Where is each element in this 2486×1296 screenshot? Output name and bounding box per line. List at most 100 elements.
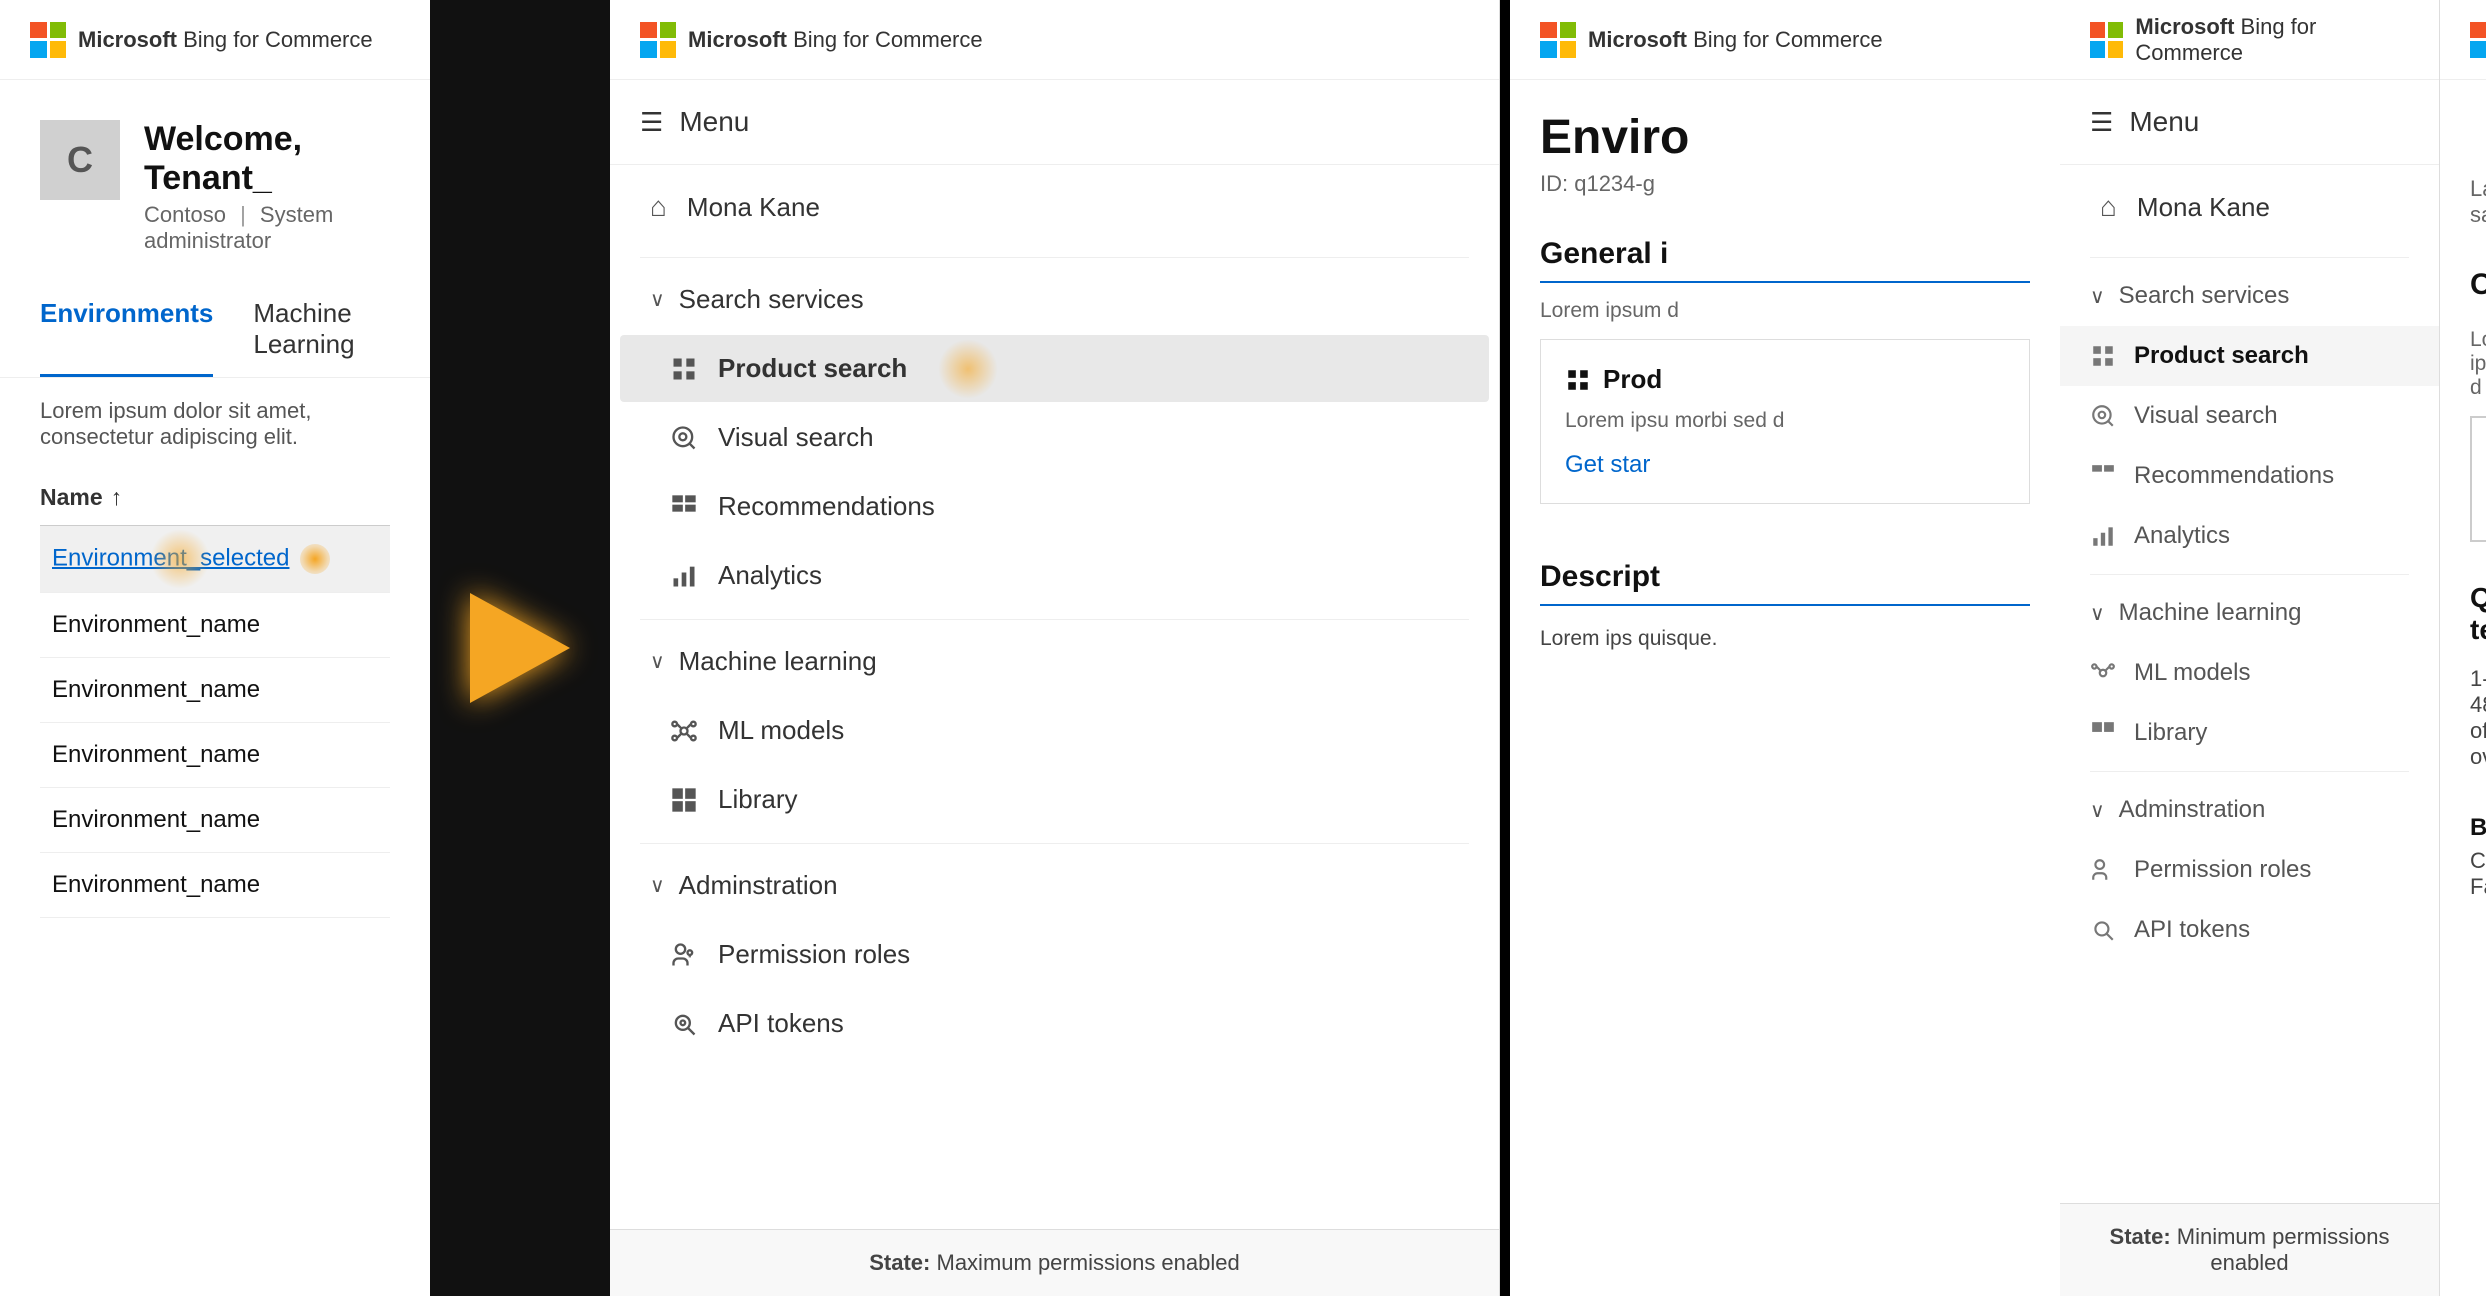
analytics-label: Analytics <box>718 560 822 591</box>
ms-logo-blue <box>30 41 47 58</box>
ms-logo-yellow <box>50 41 67 58</box>
ms-grid-icon-4 <box>2090 22 2123 58</box>
menu-header[interactable]: ☰ Menu <box>610 80 1499 165</box>
status-bar-2: State: Maximum permissions enabled <box>610 1229 1499 1296</box>
sidebar-item-analytics[interactable]: Analytics <box>2060 506 2439 566</box>
customize-section: Customiz Lorem ipsum d Config_s Last mod… <box>2440 248 2486 562</box>
sidebar-search-header[interactable]: ∨ Search services <box>2060 266 2439 326</box>
recommendations-label: Recommendations <box>718 491 935 522</box>
chevron-down-icon-3: ∨ <box>650 873 665 898</box>
library-icon <box>670 786 698 814</box>
menu-item-analytics[interactable]: Analytics <box>620 542 1489 609</box>
table-row[interactable]: Environment_selected <box>40 526 390 593</box>
menu-item-visual-search[interactable]: Visual search <box>620 404 1489 471</box>
ms-logo-2: Microsoft Bing for Commerce <box>640 22 983 58</box>
menu-panel: Microsoft Bing for Commerce ☰ Menu ⌂ Mon… <box>610 0 1500 1296</box>
tab-machine-learning[interactable]: Machine Learning <box>253 284 390 377</box>
sidebar-permission: Permission roles <box>2134 856 2311 884</box>
menu-item-product-search[interactable]: Product search <box>620 335 1489 402</box>
sidebar-ml-label: Machine learning <box>2119 599 2302 627</box>
admin-section: ∨ Adminstration Permission roles API tok… <box>610 852 1499 1059</box>
sidebar-menu-header[interactable]: ☰ Menu <box>2060 80 2439 165</box>
config-card[interactable]: Config_s Last modif <box>2470 416 2486 542</box>
home-icon[interactable]: ⌂ <box>650 191 667 223</box>
ml-icon-2 <box>2090 660 2116 686</box>
sidebar-search-label: Search services <box>2119 282 2290 310</box>
sidebar-item-permission-roles[interactable]: Permission roles <box>2060 840 2439 900</box>
tab-environments[interactable]: Environments <box>40 284 213 377</box>
permission-icon <box>670 941 698 969</box>
recommendations-icon-2 <box>2090 463 2116 489</box>
welcome-subtitle: Contoso | System administrator <box>144 202 390 254</box>
description-section: Descript Lorem ips quisque. <box>1510 540 2060 676</box>
ms-logo-green <box>50 22 67 39</box>
app-header-3: Microsoft Bing for Commerce <box>1510 0 2060 80</box>
chevron-down-icon: ∨ <box>650 287 665 312</box>
table-row[interactable]: Environment_name <box>40 723 390 788</box>
sidebar-item-visual-search[interactable]: Visual search <box>2060 386 2439 446</box>
table-row[interactable]: Environment_name <box>40 658 390 723</box>
sidebar-user: ⌂ Mona Kane <box>2060 165 2439 249</box>
menu-item-api-tokens[interactable]: API tokens <box>620 990 1489 1057</box>
hamburger-icon-2[interactable]: ☰ <box>2090 107 2113 138</box>
ml-models-icon <box>670 717 698 745</box>
env-detail-id: ID: q1234-g <box>1540 171 2030 197</box>
sidebar-item-library[interactable]: Library <box>2060 703 2439 763</box>
visual-search-label: Visual search <box>718 422 874 453</box>
visual-search-icon-2 <box>2090 403 2116 429</box>
app-title-4: Microsoft Bing for Commerce <box>2135 14 2409 66</box>
table-row[interactable]: Environment_name <box>40 788 390 853</box>
sidebar-analytics: Analytics <box>2134 522 2230 550</box>
welcome-title: Welcome, Tenant_ <box>144 120 390 198</box>
brand-section: Brand Contoso Fabrikan <box>2440 804 2486 910</box>
analytics-icon <box>670 562 698 590</box>
admin-header[interactable]: ∨ Adminstration <box>610 852 1499 919</box>
app-header-2: Microsoft Bing for Commerce <box>610 0 1499 80</box>
library-label: Library <box>718 784 797 815</box>
menu-item-recommendations[interactable]: Recommendations <box>620 473 1489 540</box>
ms-logo-5 <box>2470 22 2486 58</box>
ms-logo-3: Microsoft Bing for Commerce <box>1540 22 1883 58</box>
right-sidebar-panel: Microsoft Bing for Commerce ☰ Menu ⌂ Mon… <box>2060 0 2440 1296</box>
ml-models-label: ML models <box>718 715 844 746</box>
menu-item-ml-models[interactable]: ML models <box>620 697 1489 764</box>
welcome-text: Welcome, Tenant_ Contoso | System admini… <box>144 120 390 254</box>
api-tokens-icon <box>670 1010 698 1038</box>
welcome-section: C Welcome, Tenant_ Contoso | System admi… <box>0 80 430 274</box>
sidebar-item-recommendations[interactable]: Recommendations <box>2060 446 2439 506</box>
menu-label: Menu <box>679 106 749 138</box>
query-section: Query teste 1-48 of ov <box>2440 562 2486 804</box>
env-detail-title: Enviro <box>1540 110 2030 165</box>
general-info-desc: Lorem ipsum d <box>1540 299 2030 323</box>
sidebar-admin-header[interactable]: ∨ Adminstration <box>2060 780 2439 840</box>
sidebar-item-api-tokens[interactable]: API tokens <box>2060 900 2439 960</box>
menu-user: ⌂ Mona Kane <box>610 165 1499 249</box>
sidebar-item-ml-models[interactable]: ML models <box>2060 643 2439 703</box>
divider <box>640 257 1469 258</box>
analytics-icon-2 <box>2090 523 2116 549</box>
chevron-down-icon-2: ∨ <box>650 649 665 674</box>
sidebar-admin-label: Adminstration <box>2119 796 2266 824</box>
avatar: C <box>40 120 120 200</box>
sidebar-ml-header[interactable]: ∨ Machine learning <box>2060 583 2439 643</box>
ms-logo-4: Microsoft Bing for Commerce <box>2090 14 2409 66</box>
environments-table: Name ↑ Environment_selected Environment_… <box>0 470 430 918</box>
hamburger-icon[interactable]: ☰ <box>640 107 663 138</box>
menu-item-permission-roles[interactable]: Permission roles <box>620 921 1489 988</box>
ml-header[interactable]: ∨ Machine learning <box>610 628 1499 695</box>
api-tokens-label: API tokens <box>718 1008 844 1039</box>
general-info-title: General i <box>1540 237 2030 283</box>
home-icon-2[interactable]: ⌂ <box>2100 191 2117 223</box>
table-row[interactable]: Environment_name <box>40 853 390 918</box>
menu-item-library[interactable]: Library <box>620 766 1489 833</box>
product-header: Produ Last saved: <box>2440 80 2486 248</box>
arrow-icon <box>470 593 570 703</box>
table-row[interactable]: Environment_name <box>40 593 390 658</box>
chevron-icon: ∨ <box>2090 284 2105 309</box>
ms-grid-icon-2 <box>640 22 676 58</box>
sidebar-item-product-search[interactable]: Product search <box>2060 326 2439 386</box>
cursor-indicator <box>300 544 330 574</box>
get-started-link[interactable]: Get star <box>1565 451 2005 479</box>
search-services-header[interactable]: ∨ Search services <box>610 266 1499 333</box>
status-bar-4: State: Minimum permissions enabled <box>2060 1203 2439 1296</box>
